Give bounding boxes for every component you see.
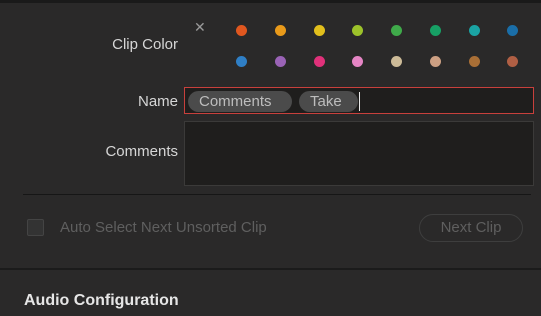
clip-color-swatch-row1-2[interactable]	[274, 24, 286, 36]
clip-color-swatch-row1-5[interactable]	[390, 24, 402, 36]
clip-color-label: Clip Color	[112, 36, 178, 53]
comments-label: Comments	[105, 143, 178, 160]
name-token-take[interactable]: Take	[299, 91, 358, 112]
comments-field[interactable]	[184, 121, 534, 186]
clip-color-swatch-row2-1[interactable]	[235, 55, 247, 67]
clip-color-swatch-row1-6[interactable]	[429, 24, 441, 36]
clip-color-swatch-row2-2[interactable]	[274, 55, 286, 67]
clip-color-swatch-row2-8[interactable]	[506, 55, 518, 67]
name-token-comments[interactable]: Comments	[188, 91, 292, 112]
text-caret	[359, 92, 360, 111]
clip-color-swatch-row1-1[interactable]	[235, 24, 247, 36]
clip-attributes-panel: Clip Color ✕ Name Comments Take Comments…	[0, 0, 541, 316]
name-field[interactable]: Comments Take	[184, 87, 534, 114]
section-divider	[0, 268, 541, 270]
clip-color-swatch-row2-4[interactable]	[351, 55, 363, 67]
clip-color-swatch-row2-5[interactable]	[390, 55, 402, 67]
top-border	[0, 0, 541, 3]
auto-select-checkbox[interactable]	[27, 219, 44, 236]
clip-color-swatch-row1-8[interactable]	[506, 24, 518, 36]
next-clip-button[interactable]: Next Clip	[419, 214, 523, 242]
divider	[23, 194, 531, 195]
clip-color-swatch-row2-7[interactable]	[468, 55, 480, 67]
audio-configuration-title: Audio Configuration	[24, 292, 179, 309]
close-icon[interactable]: ✕	[194, 20, 208, 34]
clip-color-swatch-row1-4[interactable]	[351, 24, 363, 36]
name-label: Name	[137, 93, 178, 110]
clip-color-swatch-row1-3[interactable]	[313, 24, 325, 36]
clip-color-swatch-row1-7[interactable]	[468, 24, 480, 36]
clip-color-swatch-row2-3[interactable]	[313, 55, 325, 67]
clip-color-swatch-row2-6[interactable]	[429, 55, 441, 67]
auto-select-label: Auto Select Next Unsorted Clip	[60, 219, 267, 236]
